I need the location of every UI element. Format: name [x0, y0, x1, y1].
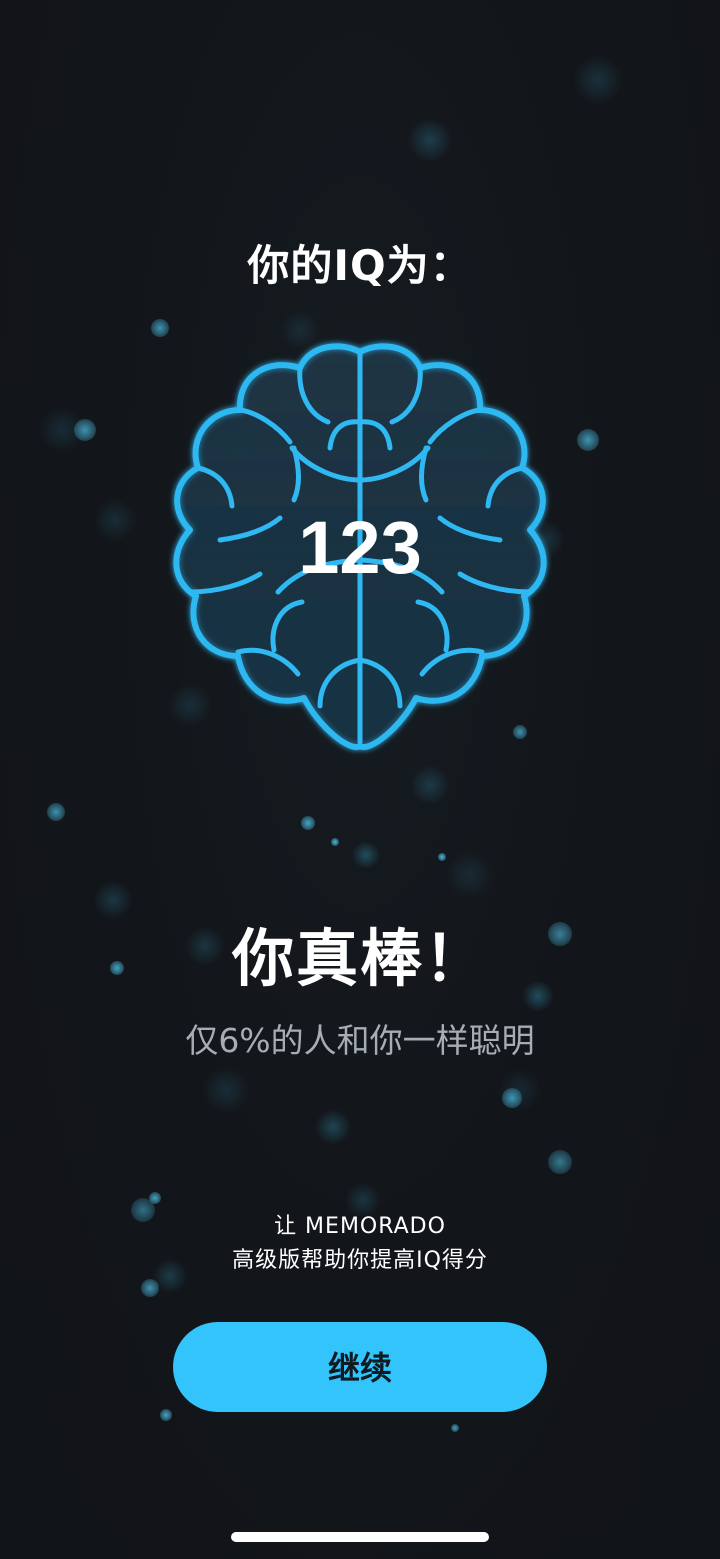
promo-line-1: 让 MEMORADO	[274, 1214, 446, 1239]
bokeh-particle	[548, 1150, 572, 1174]
bokeh-particle	[149, 1192, 161, 1204]
bokeh-particle	[315, 1109, 351, 1145]
bokeh-particle	[451, 1424, 459, 1432]
iq-score-value: 123	[298, 506, 422, 589]
bokeh-particle	[47, 803, 65, 821]
bokeh-particle	[141, 1279, 159, 1297]
bokeh-particle	[410, 765, 450, 805]
iq-result-screen: 你的IQ为： 123 你真棒！ 仅6%的人和你一样聪明 让 MEMORADO 高…	[0, 0, 720, 1559]
bokeh-particle	[498, 1068, 542, 1112]
premium-promo: 让 MEMORADO 高级版帮助你提高IQ得分	[0, 1210, 720, 1278]
bokeh-particle	[577, 429, 599, 451]
home-indicator[interactable]	[231, 1532, 489, 1542]
page-title: 你的IQ为：	[247, 241, 473, 290]
bokeh-particle	[408, 118, 452, 162]
promo-line-2: 高级版帮助你提高IQ得分	[232, 1248, 488, 1273]
bokeh-particle	[301, 816, 315, 830]
bokeh-particle	[352, 841, 380, 869]
bokeh-particle	[438, 853, 446, 861]
bokeh-particle	[331, 838, 339, 846]
bokeh-particle	[572, 54, 624, 106]
bokeh-particle	[202, 1066, 250, 1114]
bokeh-particle	[502, 1088, 522, 1108]
bokeh-particle	[38, 406, 86, 454]
result-headline: 你真棒！	[231, 922, 488, 995]
bokeh-particle	[160, 1409, 172, 1421]
bokeh-particle	[74, 419, 96, 441]
continue-button[interactable]: 继续	[173, 1322, 547, 1412]
result-subtitle: 仅6%的人和你一样聪明	[185, 1021, 535, 1060]
bokeh-particle	[446, 851, 494, 899]
